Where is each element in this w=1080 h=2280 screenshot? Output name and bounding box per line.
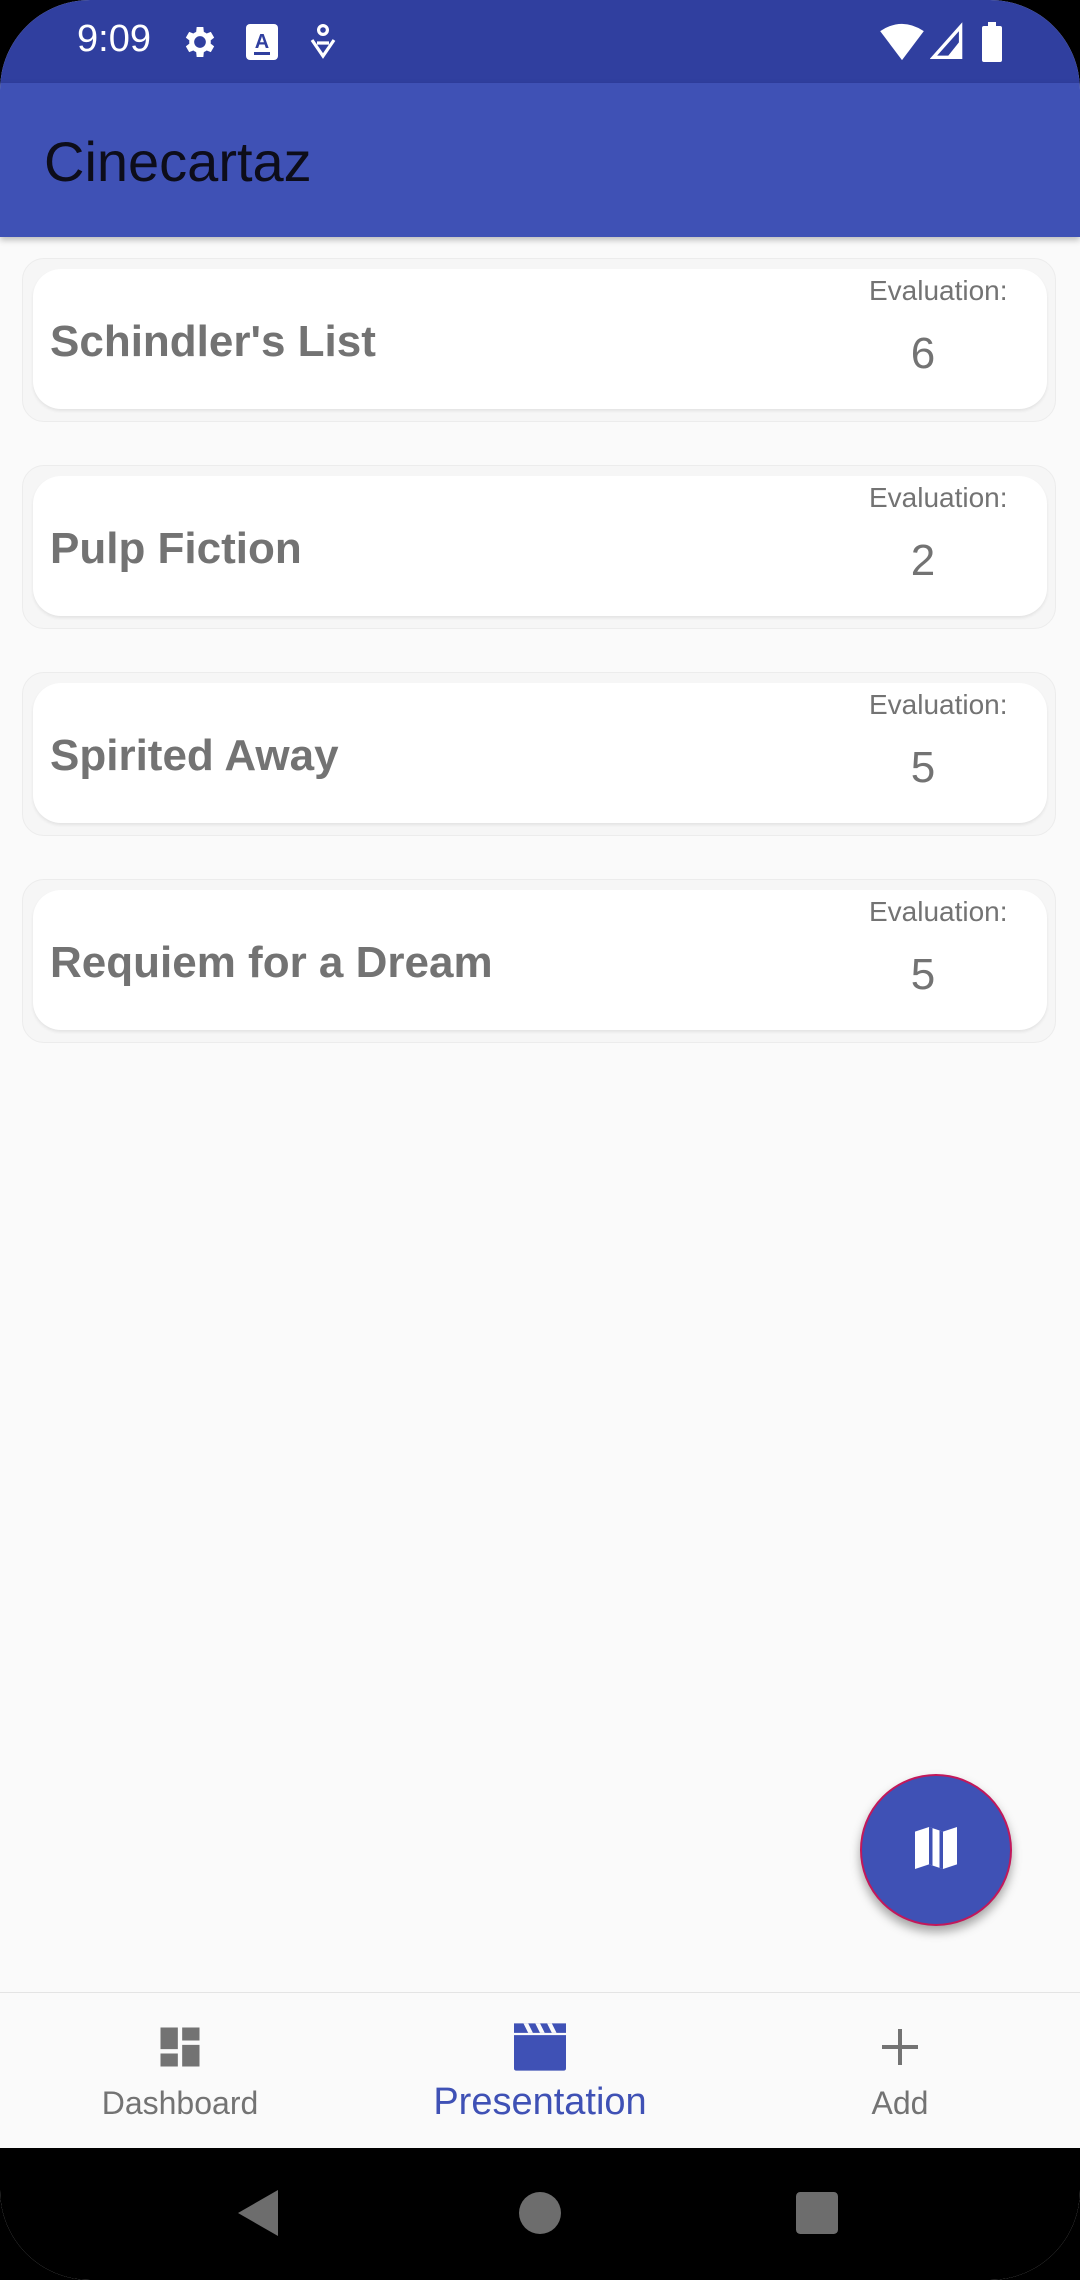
movie-clapper-icon [511, 2019, 569, 2075]
system-navigation-bar [0, 2148, 1080, 2280]
nav-item-dashboard[interactable]: Dashboard [60, 1993, 300, 2149]
app-title: Cinecartaz [44, 130, 312, 193]
dashboard-icon [154, 2019, 206, 2075]
movie-title: Pulp Fiction [50, 524, 302, 573]
settings-icon [180, 22, 220, 67]
status-bar: 9:09 A [0, 0, 1080, 83]
add-icon [876, 2019, 924, 2075]
app-bar: Cinecartaz [0, 83, 1080, 237]
evaluation-label: Evaluation: [869, 896, 1008, 927]
movie-card[interactable]: Schindler's List Evaluation: 6 [22, 258, 1056, 422]
evaluation-value: 5 [910, 743, 936, 792]
wifi-icon [880, 22, 924, 67]
evaluation-value: 5 [910, 950, 936, 999]
map-icon [908, 1820, 964, 1881]
movie-title: Requiem for a Dream [50, 938, 493, 987]
nav-item-presentation[interactable]: Presentation [400, 1993, 680, 2149]
battery-icon [980, 22, 1004, 67]
evaluation-label: Evaluation: [869, 689, 1008, 720]
nav-label-add: Add [871, 2085, 929, 2121]
map-fab-button[interactable] [860, 1774, 1012, 1926]
accessibility-icon [308, 22, 338, 67]
movie-card-body[interactable]: Schindler's List Evaluation: 6 [33, 269, 1047, 409]
nav-label-dashboard: Dashboard [101, 2085, 259, 2121]
movie-card[interactable]: Spirited Away Evaluation: 5 [22, 672, 1056, 836]
movie-card-body[interactable]: Requiem for a Dream Evaluation: 5 [33, 890, 1047, 1030]
svg-text:A: A [255, 31, 269, 53]
recents-icon[interactable] [796, 2192, 838, 2239]
evaluation-value: 2 [910, 536, 936, 585]
status-time: 9:09 [77, 18, 151, 60]
back-icon[interactable] [236, 2188, 282, 2243]
cellular-signal-icon [929, 22, 964, 67]
movie-card[interactable]: Pulp Fiction Evaluation: 2 [22, 465, 1056, 629]
keyboard-a-icon: A [244, 22, 280, 67]
movie-card-body[interactable]: Pulp Fiction Evaluation: 2 [33, 476, 1047, 616]
bottom-navigation: Dashboard Presentation Add [0, 1992, 1080, 2149]
movie-card-body[interactable]: Spirited Away Evaluation: 5 [33, 683, 1047, 823]
nav-item-add[interactable]: Add [780, 1993, 1020, 2149]
movie-title: Spirited Away [50, 731, 339, 780]
evaluation-label: Evaluation: [869, 275, 1008, 306]
home-icon[interactable] [519, 2192, 561, 2239]
evaluation-value: 6 [910, 329, 936, 378]
screen: 9:09 A Cinecartaz Schindler's List Evalu… [0, 0, 1080, 2280]
movie-title: Schindler's List [50, 317, 376, 366]
nav-label-presentation: Presentation [433, 2081, 647, 2123]
movie-card[interactable]: Requiem for a Dream Evaluation: 5 [22, 879, 1056, 1043]
evaluation-label: Evaluation: [869, 482, 1008, 513]
